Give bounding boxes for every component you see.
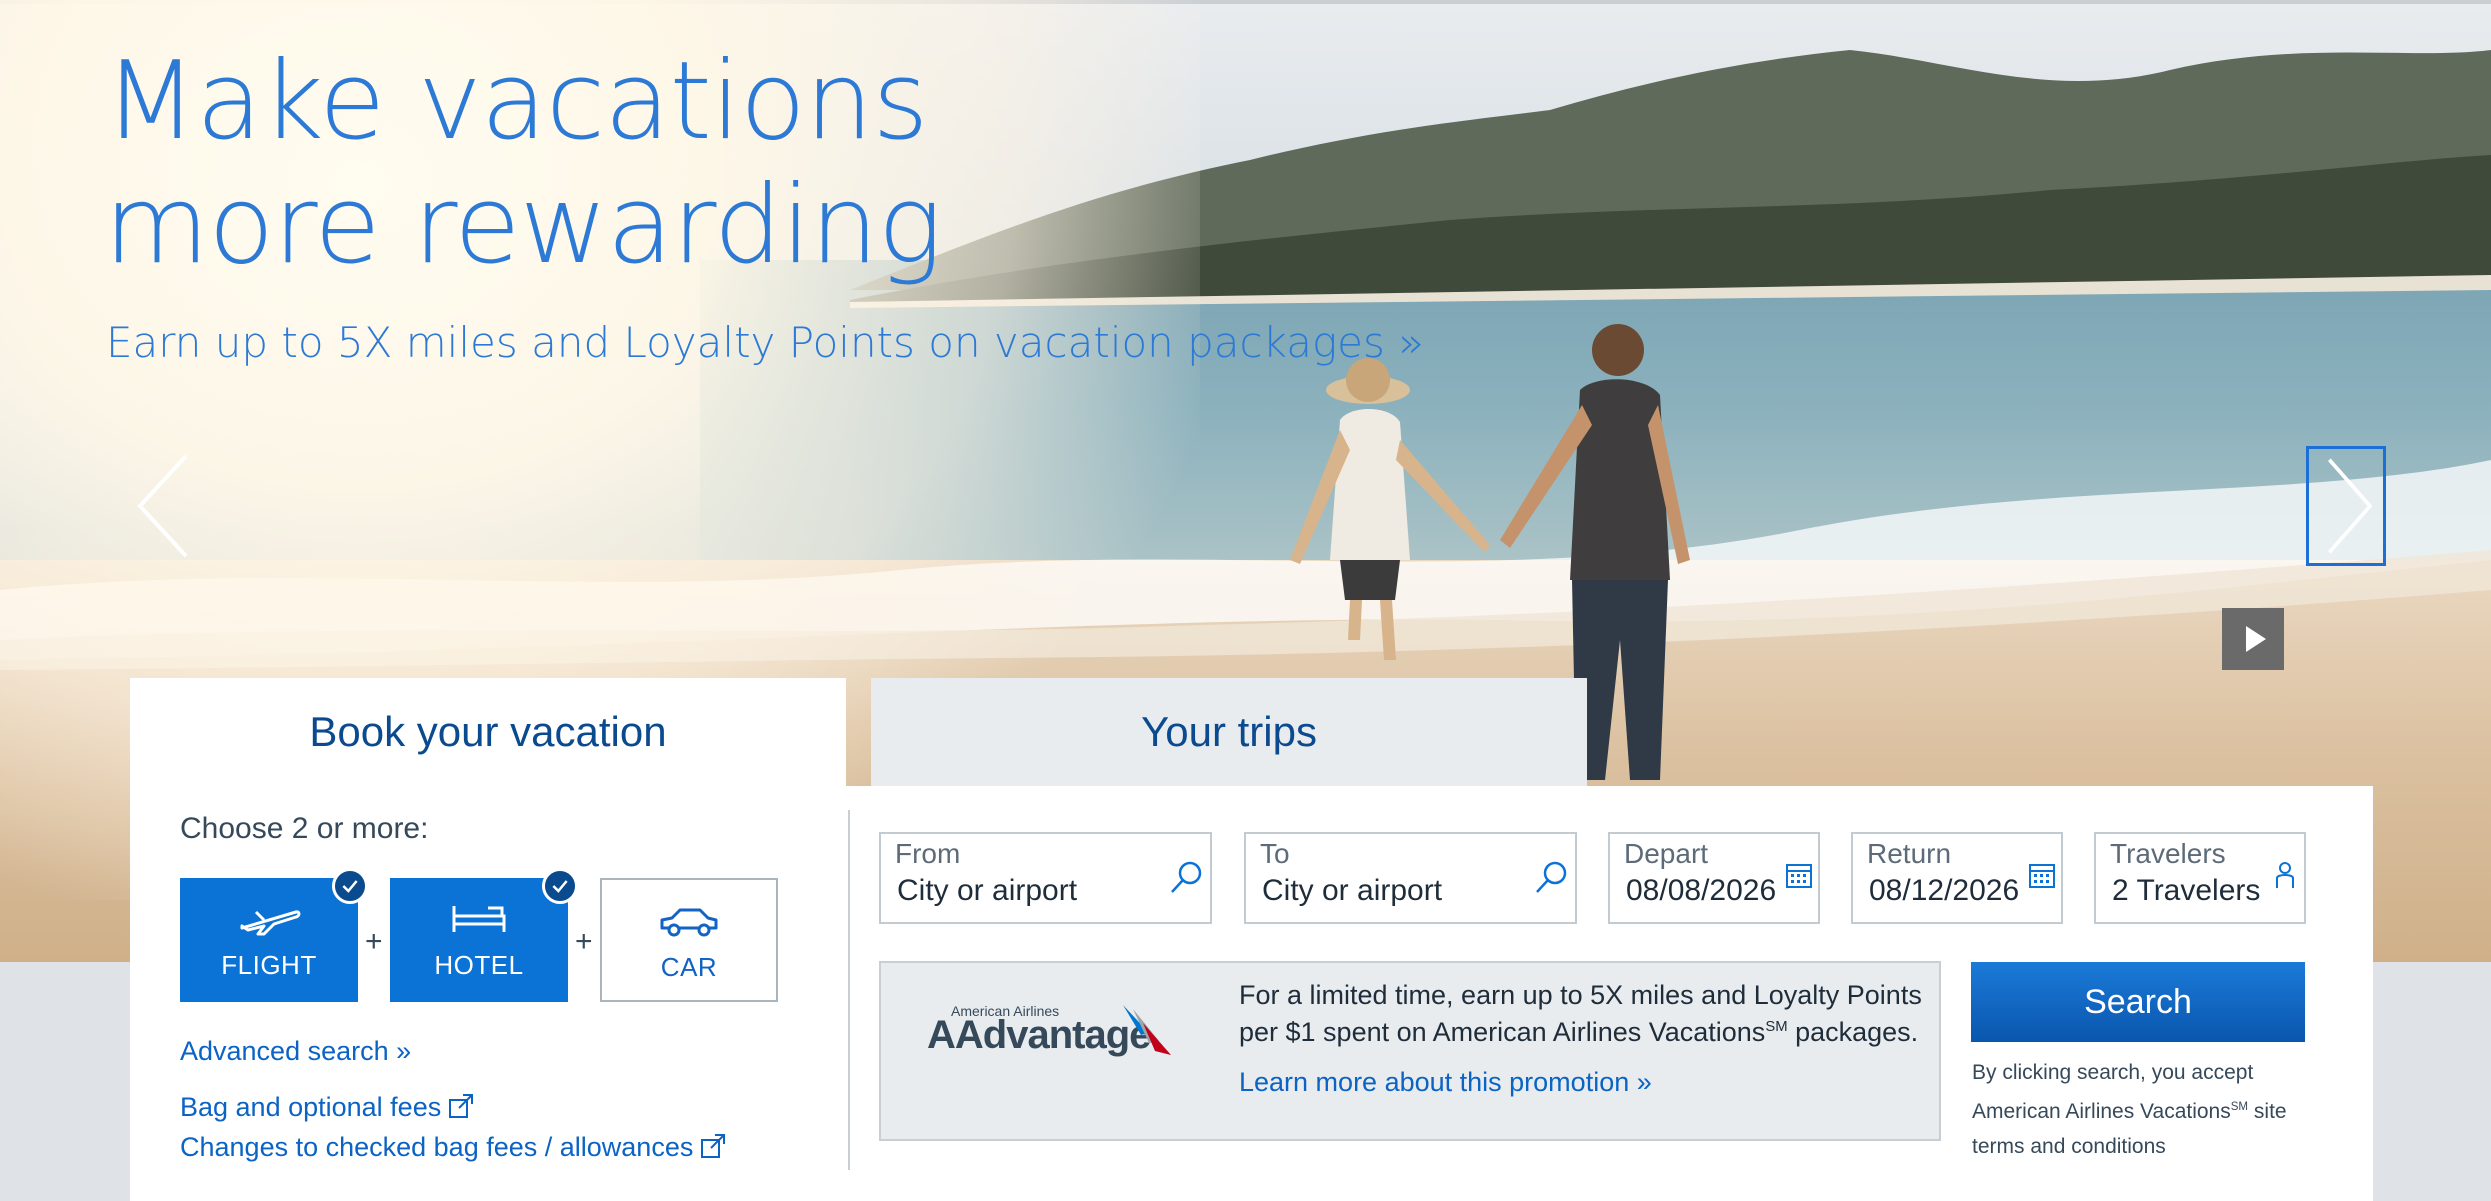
to-field[interactable]: To City or airport	[1244, 832, 1577, 924]
advanced-search-link[interactable]: Advanced search »	[180, 1036, 411, 1067]
plus-sign: +	[575, 925, 593, 958]
travelers-field-label: Travelers	[2110, 838, 2226, 869]
product-car-toggle[interactable]: CAR	[600, 878, 778, 1002]
american-airlines-flight-symbol-icon	[1123, 1005, 1171, 1055]
from-field[interactable]: From City or airport	[879, 832, 1212, 924]
return-field-label: Return	[1867, 838, 1952, 869]
plus-sign: +	[365, 925, 383, 958]
person-icon	[2272, 860, 2298, 890]
checkmark-icon	[542, 868, 578, 904]
promo-text: For a limited time, earn up to 5X miles …	[1239, 979, 1929, 1048]
return-date-field[interactable]: Return 08/12/2026	[1851, 832, 2063, 924]
carousel-prev-button[interactable]	[128, 446, 208, 566]
return-field-value: 08/12/2026	[1869, 874, 2020, 907]
external-link-icon	[447, 1092, 475, 1120]
bag-fees-label: Bag and optional fees	[180, 1092, 442, 1122]
product-car-label: CAR	[660, 952, 718, 982]
external-link-icon	[699, 1132, 727, 1160]
product-hotel-label: HOTEL	[434, 950, 524, 980]
car-icon	[660, 908, 718, 937]
depart-field-value: 08/08/2026	[1626, 874, 1777, 907]
tab-book-vacation[interactable]: Book your vacation	[130, 678, 846, 786]
from-field-label: From	[895, 838, 961, 869]
chevron-left-icon	[137, 454, 188, 558]
panel-divider	[848, 810, 850, 1170]
plane-icon	[240, 910, 301, 936]
hero-title-line1: Make vacations	[104, 39, 929, 164]
bed-icon	[452, 906, 506, 932]
carousel-next-button[interactable]	[2306, 446, 2386, 566]
hero-title: Make vacations more rewarding	[104, 39, 942, 288]
hero-promo-link[interactable]: Earn up to 5X miles and Loyalty Points o…	[106, 318, 1424, 367]
travelers-field-value: 2 Travelers	[2112, 874, 2261, 907]
to-field-value: City or airport	[1262, 874, 1443, 907]
depart-date-field[interactable]: Depart 08/08/2026	[1608, 832, 1820, 924]
bag-fees-link[interactable]: Bag and optional fees	[180, 1092, 475, 1123]
checked-bag-changes-label: Changes to checked bag fees / allowances	[180, 1132, 694, 1162]
chevron-right-icon	[2327, 458, 2373, 554]
from-field-value: City or airport	[897, 874, 1078, 907]
travelers-field[interactable]: Travelers 2 Travelers	[2094, 832, 2306, 924]
product-flight-toggle[interactable]: FLIGHT	[180, 868, 368, 1002]
checked-bag-changes-link[interactable]: Changes to checked bag fees / allowances	[180, 1132, 727, 1163]
search-icon	[1531, 858, 1571, 898]
promo-text-line2: per $1 spent on American Airlines Vacati…	[1239, 1017, 1919, 1047]
to-field-label: To	[1260, 838, 1290, 869]
hero-title-line2: more rewarding	[104, 163, 942, 288]
tab-your-trips[interactable]: Your trips	[871, 678, 1587, 786]
promo-learn-more-link[interactable]: Learn more about this promotion »	[1239, 1067, 1652, 1098]
choose-products-label: Choose 2 or more:	[180, 812, 429, 845]
search-button[interactable]: Search	[1971, 962, 2305, 1042]
product-hotel-toggle[interactable]: HOTEL	[390, 868, 578, 1002]
promo-banner: American Airlines AAdvantage For a limit…	[879, 961, 1941, 1141]
calendar-icon	[1784, 860, 1814, 890]
aa-logo-text: AAdvantage	[927, 1013, 1151, 1057]
checkmark-icon	[332, 868, 368, 904]
play-icon	[2246, 626, 2266, 652]
depart-field-label: Depart	[1624, 838, 1709, 869]
product-flight-label: FLIGHT	[221, 950, 317, 980]
calendar-icon	[2027, 860, 2057, 890]
carousel-play-button[interactable]	[2222, 608, 2284, 670]
search-icon	[1166, 858, 1206, 898]
search-disclaimer: By clicking search, you accept American …	[1972, 1061, 2287, 1158]
promo-text-line1: For a limited time, earn up to 5X miles …	[1239, 980, 1922, 1010]
